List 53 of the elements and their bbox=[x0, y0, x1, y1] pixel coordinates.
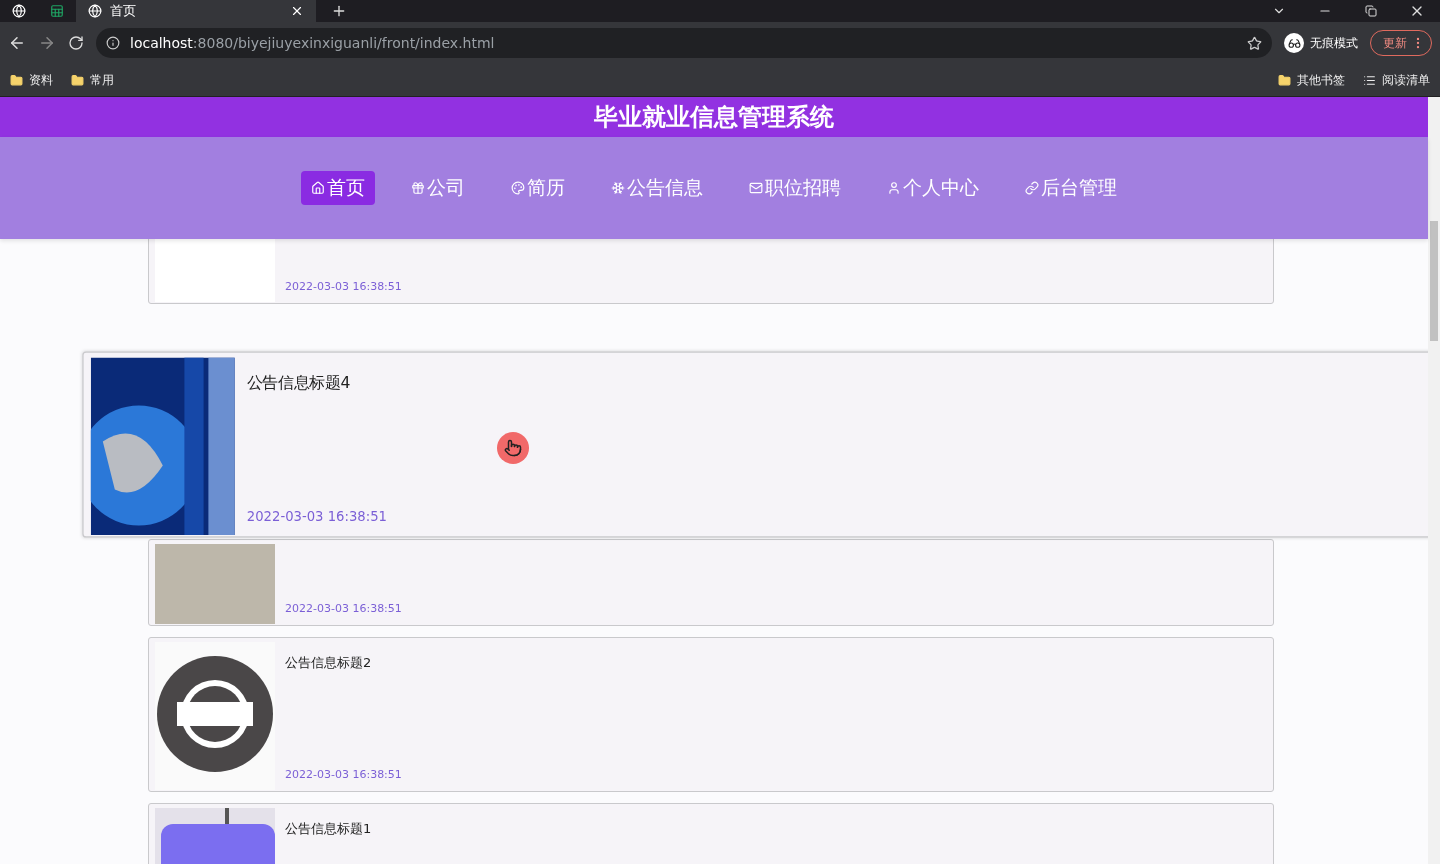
address-bar[interactable]: localhost:8080/biyejiuyexinxiguanli/front/index.html bbox=[96, 28, 1272, 58]
notice-card[interactable]: 2022-03-03 16:38:51 bbox=[148, 239, 1274, 304]
notice-title: 公告信息标题4 bbox=[246, 372, 352, 394]
link-icon bbox=[1025, 181, 1039, 195]
notice-title: 公告信息标题1 bbox=[285, 820, 373, 838]
home-icon bbox=[311, 181, 325, 195]
mail-icon bbox=[749, 181, 763, 195]
reload-icon[interactable] bbox=[68, 35, 84, 51]
user-icon bbox=[887, 181, 901, 195]
bookmark-item[interactable]: 资料 bbox=[10, 71, 53, 89]
notice-card[interactable]: 公告信息标题1 bbox=[148, 803, 1274, 864]
site-title: 毕业就业信息管理系统 bbox=[594, 102, 834, 133]
back-icon[interactable] bbox=[8, 34, 26, 52]
notice-card[interactable]: 公告信息标题4 2022-03-03 16:38:51 bbox=[82, 351, 1428, 538]
globe-icon bbox=[12, 4, 26, 18]
gift-icon bbox=[411, 181, 425, 195]
folder-icon bbox=[1278, 73, 1291, 87]
folder-icon bbox=[10, 73, 23, 87]
incognito-icon[interactable] bbox=[1284, 33, 1304, 53]
restore-icon[interactable] bbox=[1365, 5, 1377, 17]
nav-item[interactable]: 首页 bbox=[301, 171, 375, 205]
info-icon[interactable] bbox=[106, 36, 120, 50]
forward-icon[interactable] bbox=[38, 34, 56, 52]
snowflake-icon bbox=[611, 181, 625, 195]
browser-tab[interactable]: 首页 bbox=[76, 0, 316, 22]
palette-icon bbox=[511, 181, 525, 195]
notice-card[interactable]: 2022-03-03 16:38:51 bbox=[148, 539, 1274, 626]
spreadsheet-icon bbox=[50, 4, 64, 18]
nav-item[interactable]: 简历 bbox=[501, 171, 575, 205]
scrollbar[interactable] bbox=[1428, 97, 1440, 864]
star-icon[interactable] bbox=[1247, 35, 1262, 51]
nav-item[interactable]: 个人中心 bbox=[877, 171, 989, 205]
new-tab-icon[interactable] bbox=[331, 3, 347, 19]
bookmark-item[interactable]: 其他书签 bbox=[1278, 71, 1345, 89]
notice-date: 2022-03-03 16:38:51 bbox=[285, 768, 403, 781]
profile-label: 无痕模式 bbox=[1310, 34, 1358, 52]
notice-card[interactable]: 公告信息标题2 2022-03-03 16:38:51 bbox=[148, 637, 1274, 792]
close-icon[interactable] bbox=[290, 4, 304, 18]
nav-item[interactable]: 公司 bbox=[401, 171, 475, 205]
notice-title: 公告信息标题2 bbox=[285, 654, 373, 672]
bookmark-item[interactable]: 阅读清单 bbox=[1363, 71, 1430, 89]
nav-item[interactable]: 职位招聘 bbox=[739, 171, 851, 205]
url-path: :8080/biyejiuyexinxiguanli/front/index.html bbox=[192, 35, 496, 51]
notice-date: 2022-03-03 16:38:51 bbox=[285, 602, 403, 615]
bookmark-item[interactable]: 常用 bbox=[71, 71, 114, 89]
reading-list-icon bbox=[1363, 73, 1376, 87]
url-host: localhost bbox=[130, 35, 193, 51]
notice-date: 2022-03-03 16:38:51 bbox=[285, 280, 403, 293]
folder-icon bbox=[71, 73, 84, 87]
nav-item[interactable]: 公告信息 bbox=[601, 171, 713, 205]
globe-icon bbox=[88, 4, 102, 18]
notice-date: 2022-03-03 16:38:51 bbox=[246, 508, 388, 525]
nav-item[interactable]: 后台管理 bbox=[1015, 171, 1127, 205]
